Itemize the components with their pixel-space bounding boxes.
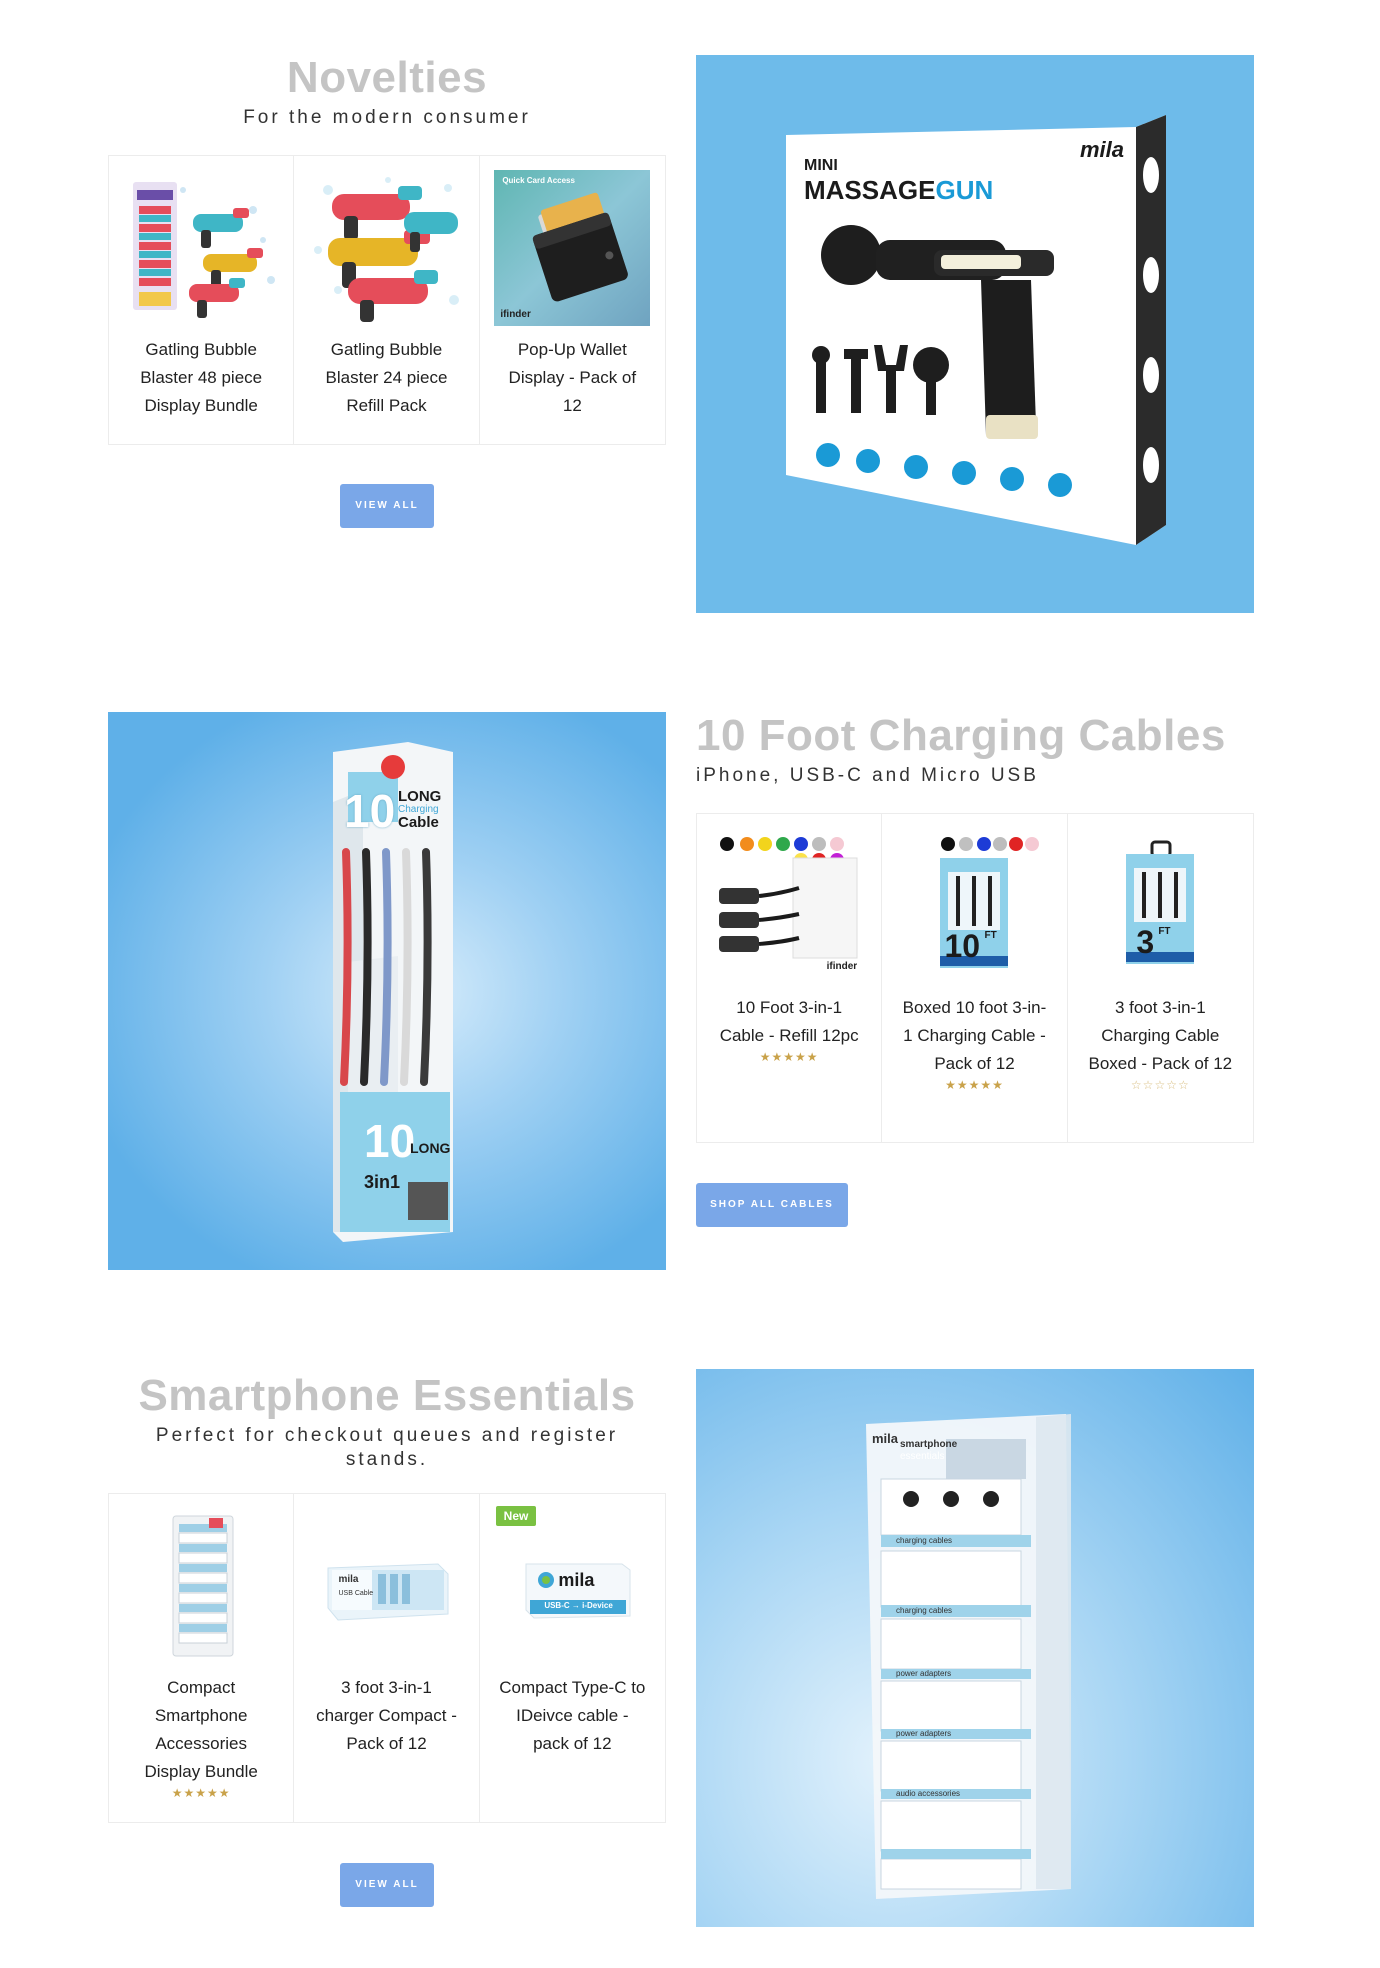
product-image[interactable]: 10 FT	[896, 828, 1052, 984]
product-image[interactable]: Quick Card Access ifinder	[494, 170, 651, 326]
product-title[interactable]: Boxed 10 foot 3-in-1 Charging Cable - Pa…	[882, 994, 1066, 1078]
shop-all-cables-button[interactable]: SHOP ALL CABLES	[696, 1183, 848, 1227]
cables-heading: 10 Foot Charging Cables iPhone, USB-C an…	[696, 714, 1254, 788]
section-subtitle: iPhone, USB-C and Micro USB	[696, 765, 1039, 786]
rating-stars: ★★★★★	[945, 1078, 1004, 1092]
product-grid: Gatling Bubble Blaster 48 piece Display …	[108, 155, 666, 445]
product-title[interactable]: 3 foot 3-in-1 Charging Cable Boxed - Pac…	[1068, 994, 1253, 1078]
essentials-section: Smartphone Essentials Perfect for checko…	[0, 1360, 1380, 1968]
product-card[interactable]: Gatling Bubble Blaster 24 piece Refill P…	[294, 156, 480, 444]
view-all-button[interactable]: VIEW ALL	[340, 484, 434, 528]
product-title[interactable]: Compact Type-C to IDeivce cable - pack o…	[480, 1674, 665, 1758]
hero-product-name: MASSAGEGUN	[804, 175, 993, 206]
product-title[interactable]: Gatling Bubble Blaster 24 piece Refill P…	[294, 336, 478, 420]
product-image[interactable]: mila USB Cable	[308, 1508, 464, 1664]
hero-row-label: charging cables	[896, 1536, 953, 1545]
hero-brand-logo: mila	[872, 1431, 899, 1446]
hero-big-number: 10	[344, 785, 396, 837]
product-image[interactable]	[123, 170, 279, 326]
essentials-heading: Smartphone Essentials Perfect for checko…	[108, 1374, 666, 1472]
section-subtitle: Perfect for checkout queues and register…	[155, 1425, 619, 1470]
hero-label1: smartphone	[900, 1439, 958, 1450]
brand-logo: mila	[338, 1574, 359, 1585]
section-title: 10 Foot Charging Cables	[696, 711, 1226, 760]
section-title: Smartphone Essentials	[138, 1371, 636, 1420]
hero-row-label: audio accessories	[896, 1789, 961, 1798]
hero-base-3in1: 3in1	[364, 1172, 401, 1192]
product-image[interactable]	[308, 170, 464, 326]
product-image[interactable]: 3 FT	[1082, 828, 1238, 984]
smartphone-display-hero-image[interactable]: mila smartphone essentials charging cabl…	[696, 1369, 1254, 1927]
section-title: Novelties	[286, 53, 488, 102]
hero-cable-label: Cable	[398, 814, 439, 831]
brand-logo: ifinder	[500, 309, 531, 320]
hero-row-label: power adapters	[896, 1669, 952, 1678]
novelties-heading: Novelties For the modern consumer	[108, 56, 666, 130]
essentials-button-wrap: VIEW ALL	[108, 1863, 666, 1907]
hero-line2: MASSAGE	[804, 175, 936, 205]
massage-gun-hero-image[interactable]: mila MINI MASSAGEGUN	[696, 55, 1254, 613]
hero-line1: MINI	[804, 157, 838, 174]
product-image[interactable]	[123, 1508, 279, 1664]
cable-display-hero-image[interactable]: 10 LONG Charging Cable 10 LONG 3in1	[108, 712, 666, 1270]
hero-long-label: LONG	[398, 788, 442, 805]
box-unit: FT	[1158, 926, 1171, 937]
cables-button-wrap: SHOP ALL CABLES	[696, 1183, 1254, 1227]
brand-logo: ifinder	[826, 961, 858, 972]
box-label: USB Cable	[338, 1590, 374, 1597]
product-card[interactable]: ifinder 10 Foot 3-in-1 Cable - Refill 12…	[697, 814, 883, 1142]
rating-stars: ★★★★★	[759, 1050, 819, 1064]
brand-logo: mila	[558, 1570, 595, 1590]
section-subtitle: For the modern consumer	[243, 107, 531, 128]
box-number: 3	[1136, 924, 1155, 960]
hero-row-label: charging cables	[896, 1606, 953, 1615]
rating-stars: ☆☆☆☆☆	[1130, 1078, 1190, 1092]
product-card[interactable]: Compact Smartphone Accessories Display B…	[109, 1494, 295, 1822]
product-title[interactable]: 10 Foot 3-in-1 Cable - Refill 12pc	[697, 994, 881, 1050]
hero-label2: essentials	[900, 1451, 945, 1462]
box-label: USB-C → i-Device	[544, 1601, 613, 1610]
product-grid: ifinder 10 Foot 3-in-1 Cable - Refill 12…	[696, 813, 1254, 1143]
novelties-button-wrap: VIEW ALL	[108, 484, 666, 528]
product-card[interactable]: 10 FT Boxed 10 foot 3-in-1 Charging Cabl…	[882, 814, 1068, 1142]
product-title[interactable]: Pop-Up Wallet Display - Pack of 12	[480, 336, 665, 420]
box-unit: FT	[984, 930, 997, 941]
hero-line3: GUN	[935, 175, 994, 205]
product-title[interactable]: 3 foot 3-in-1 charger Compact - Pack of …	[294, 1674, 478, 1758]
product-title[interactable]: Compact Smartphone Accessories Display B…	[109, 1674, 293, 1786]
rating-stars: ★★★★★	[171, 1786, 231, 1800]
view-all-button[interactable]: VIEW ALL	[340, 1863, 434, 1907]
product-image[interactable]: mila USB-C → i-Device	[494, 1508, 650, 1664]
product-grid: Compact Smartphone Accessories Display B…	[108, 1493, 666, 1823]
product-card[interactable]: Gatling Bubble Blaster 48 piece Display …	[109, 156, 295, 444]
hero-brand-logo: mila	[1080, 137, 1125, 162]
hero-base-number: 10	[364, 1115, 416, 1167]
product-card[interactable]: Quick Card Access ifinder Pop-Up Wallet …	[480, 156, 665, 444]
novelties-section: Novelties For the modern consumer Gatlin…	[0, 0, 1380, 640]
hero-row-label: ear buds	[896, 1517, 928, 1526]
box-number: 10	[944, 928, 981, 964]
product-card[interactable]: New mila USB-C → i-Device Compact Type-C…	[480, 1494, 665, 1822]
product-image[interactable]: ifinder	[711, 828, 867, 984]
hero-base-long: LONG	[410, 1140, 451, 1156]
product-title[interactable]: Gatling Bubble Blaster 48 piece Display …	[109, 336, 293, 420]
hero-row-label: power adapters	[896, 1729, 952, 1738]
product-card[interactable]: mila USB Cable 3 foot 3-in-1 charger Com…	[294, 1494, 480, 1822]
cables-section: 10 LONG Charging Cable 10 LONG 3in1 10 F…	[0, 700, 1380, 1300]
product-card[interactable]: 3 FT 3 foot 3-in-1 Charging Cable Boxed …	[1068, 814, 1253, 1142]
